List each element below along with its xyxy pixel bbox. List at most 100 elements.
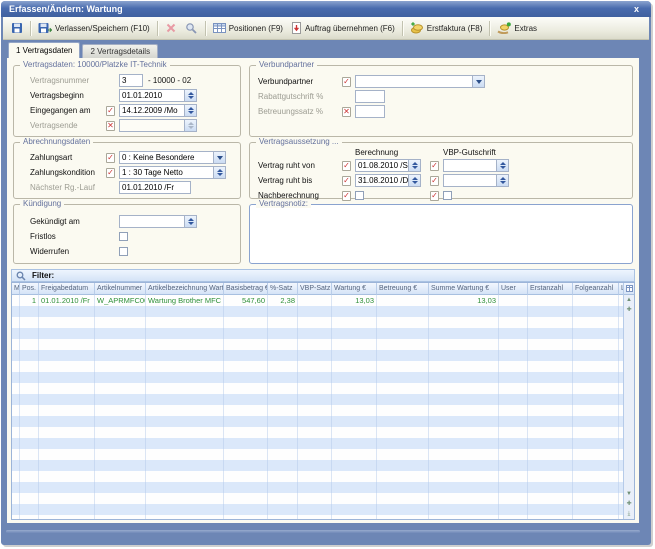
grid-empty-row[interactable] (12, 482, 623, 493)
clear-x-icon[interactable]: ✕ (106, 121, 115, 131)
title-bar[interactable]: Erfassen/Ändern: Wartung x (1, 1, 651, 17)
grid-column-header[interactable]: Freigabedatum (39, 283, 95, 295)
grid-empty-row[interactable] (12, 350, 623, 361)
grid-empty-row[interactable] (12, 405, 623, 416)
extras-button[interactable]: Extras (493, 20, 541, 36)
grid-empty-row[interactable] (12, 427, 623, 438)
first-invoice-button[interactable]: Erstfaktura (F8) (406, 20, 487, 36)
save-button[interactable] (7, 20, 27, 36)
grid-scrollbar[interactable]: ▲ ✚ ▼ ✚ ⤓ (623, 283, 634, 519)
grid-column-header[interactable]: Folgeanzahl (573, 283, 619, 295)
grid-empty-row[interactable] (12, 493, 623, 504)
checkmark-icon[interactable]: ✓ (342, 176, 351, 186)
zahlungsart-select[interactable]: 0 : Keine Besondere (119, 151, 214, 164)
grid-column-header[interactable]: Artikelbezeichnung Wartung (146, 283, 224, 295)
grid-column-header[interactable]: Basisbetrag € (224, 283, 268, 295)
grid-column-header[interactable]: Betreuung € (377, 283, 429, 295)
grid-column-header[interactable]: Artikelnummer (95, 283, 146, 295)
column-chooser-icon[interactable] (624, 283, 635, 295)
vertragsnotiz-textarea[interactable] (254, 209, 628, 259)
ruht-von-vbp-spinner[interactable] (497, 159, 509, 172)
delete-button[interactable] (161, 20, 181, 36)
zahlungskondition-select[interactable]: 1 : 30 Tage Netto (119, 166, 214, 179)
positions-button[interactable]: Positionen (F9) (209, 20, 287, 36)
ruht-von-berechnung-input[interactable]: 01.08.2010 /So (355, 159, 409, 172)
grid-empty-row[interactable] (12, 471, 623, 482)
verbundpartner-select[interactable] (355, 75, 473, 88)
grid-empty-row[interactable] (12, 438, 623, 449)
grid-cell (573, 405, 619, 416)
checkmark-icon[interactable]: ✓ (106, 168, 115, 178)
rglauf-input[interactable]: 01.01.2010 /Fr (119, 181, 191, 194)
ruht-bis-spinner[interactable] (409, 174, 421, 187)
checkmark-icon[interactable]: ✓ (106, 153, 115, 163)
checkmark-icon[interactable]: ✓ (342, 191, 351, 201)
leave-save-button[interactable]: Verlassen/Speichern (F10) (34, 20, 154, 36)
close-button[interactable]: x (630, 4, 643, 14)
ruht-von-vbp-input[interactable] (443, 159, 497, 172)
grid-empty-row[interactable] (12, 383, 623, 394)
grid-column-header[interactable]: M (12, 283, 20, 295)
vertragsbeginn-spinner[interactable] (185, 89, 197, 102)
take-order-button[interactable]: Auftrag übernehmen (F6) (287, 20, 399, 36)
scroll-down-icon[interactable]: ▼ (624, 489, 635, 499)
grid-empty-row[interactable] (12, 394, 623, 405)
checkmark-icon[interactable]: ✓ (342, 77, 351, 87)
betreuungssatz-input[interactable] (355, 105, 385, 118)
gekuendigt-spinner[interactable] (185, 215, 197, 228)
grid-cell (332, 493, 377, 504)
tab-vertragsdetails[interactable]: 2 Vertragsdetails (82, 44, 158, 58)
chevron-down-icon[interactable] (214, 151, 226, 164)
form-area: Vertragsdaten: 10000/Platzke IT-Technik … (7, 58, 639, 523)
nachberechnung-berechnung-checkbox[interactable] (355, 191, 364, 200)
widerrufen-checkbox[interactable] (119, 247, 128, 256)
preview-button[interactable] (181, 20, 202, 36)
grid-empty-row[interactable] (12, 306, 623, 317)
rabattgutschrift-input[interactable] (355, 90, 385, 103)
fristlos-checkbox[interactable] (119, 232, 128, 241)
grid-empty-row[interactable] (12, 504, 623, 515)
nachberechnung-vbp-checkbox[interactable] (443, 191, 452, 200)
grid-column-header[interactable]: User (499, 283, 528, 295)
eingegangen-spinner[interactable] (185, 104, 197, 117)
checkmark-icon[interactable]: ✓ (430, 191, 439, 201)
grid-empty-row[interactable] (12, 317, 623, 328)
zahlungskondition-spinner[interactable] (214, 166, 226, 179)
grid-column-header[interactable]: Erstanzahl (528, 283, 573, 295)
grid-row[interactable]: 101.01.2010 /FrW_APRMFC000Wartung Brothe… (12, 295, 623, 306)
checkmark-icon[interactable]: ✓ (430, 161, 439, 171)
grid-empty-row[interactable] (12, 372, 623, 383)
checkmark-icon[interactable]: ✓ (430, 176, 439, 186)
clear-x-icon[interactable]: ✕ (342, 107, 351, 117)
grid-column-header[interactable]: Pos. (20, 283, 39, 295)
append-row-icon[interactable]: ✚ (624, 305, 635, 315)
grid-column-header[interactable]: %-Satz (268, 283, 298, 295)
chevron-down-icon[interactable] (473, 75, 485, 88)
scroll-up-icon[interactable]: ▲ (624, 295, 635, 305)
grid-empty-row[interactable] (12, 416, 623, 427)
checkmark-icon[interactable]: ✓ (342, 161, 351, 171)
vertragsnummer-input[interactable]: 3 (119, 74, 143, 87)
vertragsbeginn-input[interactable]: 01.01.2010 (119, 89, 185, 102)
ruht-bis-vbp-input[interactable] (443, 174, 497, 187)
grid-empty-row[interactable] (12, 449, 623, 460)
eingegangen-input[interactable]: 14.12.2009 /Mo (119, 104, 185, 117)
ruht-bis-berechnung-input[interactable]: 31.08.2010 /Di (355, 174, 409, 187)
tab-vertragsdaten[interactable]: 1 Vertragsdaten (8, 42, 80, 58)
grid-column-header[interactable]: Summe Wartung € (429, 283, 499, 295)
grid-empty-row[interactable] (12, 460, 623, 471)
grid-column-header[interactable]: VBP-Satz (298, 283, 332, 295)
grid-empty-row[interactable] (12, 328, 623, 339)
vertragsende-input[interactable] (119, 119, 185, 132)
checkmark-icon[interactable]: ✓ (106, 106, 115, 116)
gekuendigt-input[interactable] (119, 215, 185, 228)
grid-empty-row[interactable] (12, 339, 623, 350)
grid-empty-row[interactable] (12, 515, 623, 519)
ruht-von-spinner[interactable] (409, 159, 421, 172)
ruht-bis-vbp-spinner[interactable] (497, 174, 509, 187)
append-row-icon[interactable]: ✚ (624, 499, 635, 509)
filter-magnifier-icon[interactable] (16, 271, 26, 281)
last-row-icon[interactable]: ⤓ (624, 509, 635, 519)
grid-empty-row[interactable] (12, 361, 623, 372)
grid-column-header[interactable]: Wartung € (332, 283, 377, 295)
